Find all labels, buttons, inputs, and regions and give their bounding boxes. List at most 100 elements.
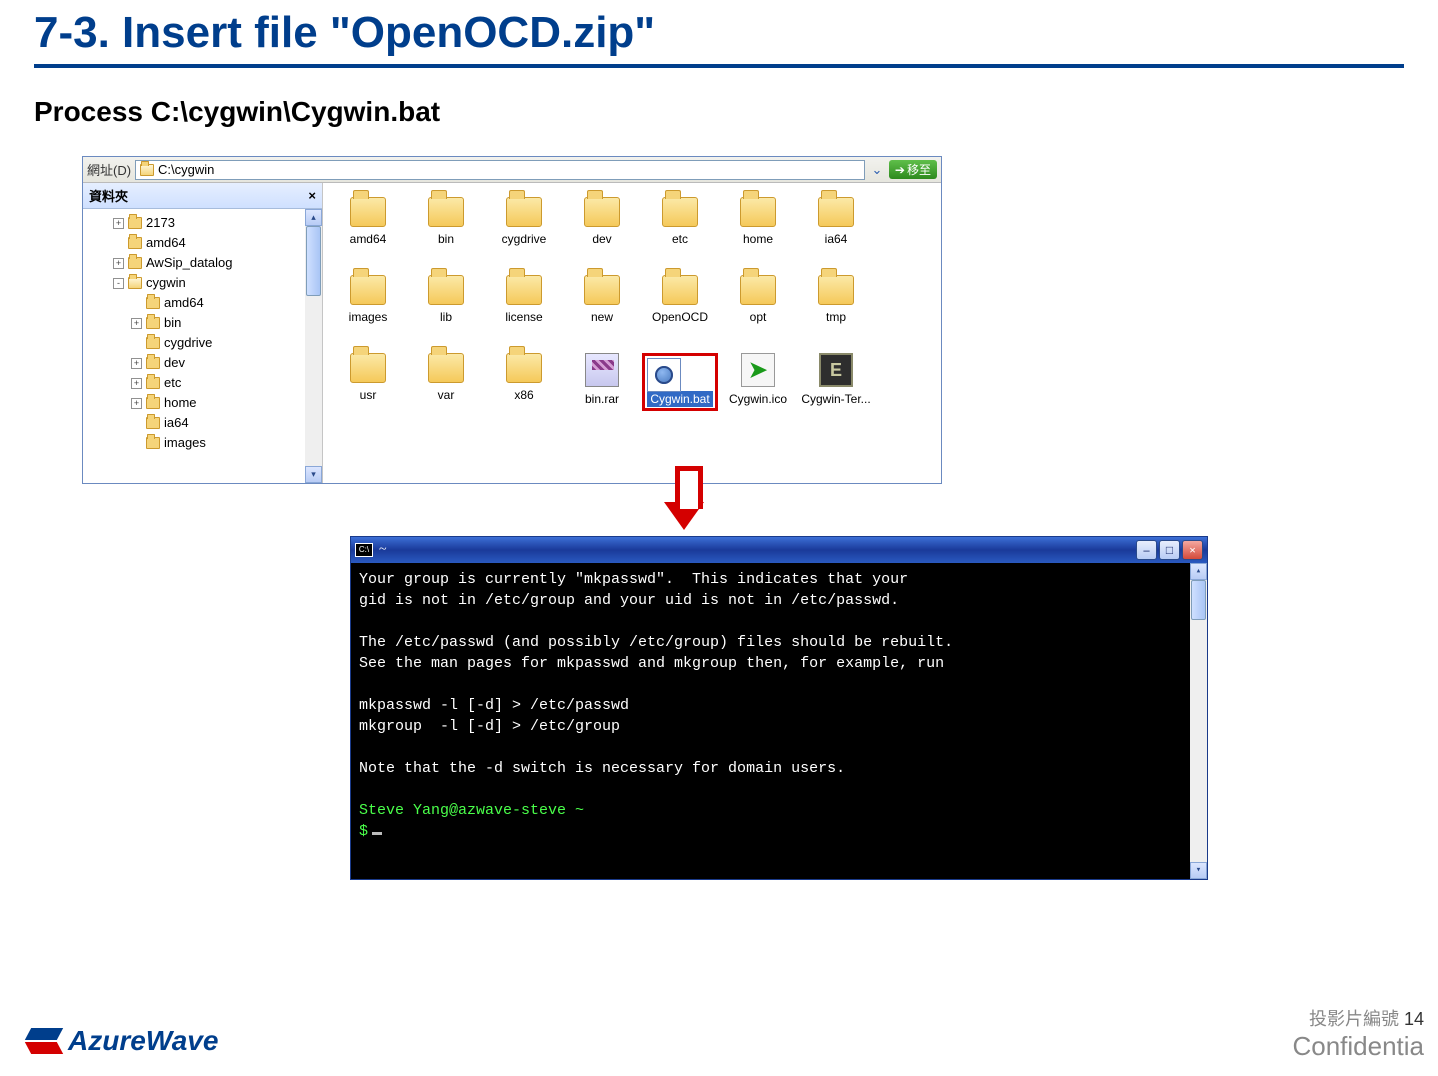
file-item-folder[interactable]: var <box>407 353 485 411</box>
expand-icon[interactable]: + <box>131 378 142 389</box>
scroll-up-icon[interactable]: ▴ <box>1190 563 1207 580</box>
tree-label: AwSip_datalog <box>146 253 233 273</box>
file-item-folder[interactable]: x86 <box>485 353 563 411</box>
files-pane: amd64 bin cygdrive dev etc home ia64 ima… <box>323 183 941 483</box>
file-item-folder[interactable]: dev <box>563 197 641 247</box>
expand-icon[interactable]: + <box>131 398 142 409</box>
file-item-folder[interactable]: usr <box>329 353 407 411</box>
file-label: Cygwin-Ter... <box>798 391 873 407</box>
file-item-folder[interactable]: opt <box>719 275 797 325</box>
console-line: The /etc/passwd (and possibly /etc/group… <box>359 634 953 651</box>
address-dropdown-icon[interactable]: ⌄ <box>869 162 885 178</box>
folder-tree-pane: 資料夾 × +2173 amd64 +AwSip_datalog -cygwin… <box>83 183 323 483</box>
expand-icon[interactable]: + <box>113 218 124 229</box>
scroll-thumb[interactable] <box>1191 580 1206 620</box>
scroll-thumb[interactable] <box>306 226 321 296</box>
file-item-folder[interactable]: images <box>329 275 407 325</box>
file-item-folder[interactable]: new <box>563 275 641 325</box>
file-label: tmp <box>823 309 849 325</box>
console-line: mkpasswd -l [-d] > /etc/passwd <box>359 697 629 714</box>
folder-icon <box>146 357 160 369</box>
file-item-folder[interactable]: etc <box>641 197 719 247</box>
tree-item[interactable]: +etc <box>85 373 303 393</box>
tree-item[interactable]: + bin <box>85 313 303 333</box>
scroll-down-icon[interactable]: ▾ <box>305 466 322 483</box>
maximize-button[interactable]: □ <box>1159 540 1180 560</box>
title-divider <box>34 64 1404 68</box>
tree-item[interactable]: +home <box>85 393 303 413</box>
file-item-folder[interactable]: tmp <box>797 275 875 325</box>
console-line: Your group is currently "mkpasswd". This… <box>359 571 908 588</box>
tree-label: dev <box>164 353 185 373</box>
terminal-icon: E <box>819 353 853 387</box>
folder-icon <box>662 275 698 305</box>
tree-item[interactable]: amd64 <box>85 293 303 313</box>
console-icon: C:\ <box>355 543 373 557</box>
folder-icon <box>350 353 386 383</box>
selection-highlight: Cygwin.bat <box>642 353 717 411</box>
explorer-window: 網址(D) C:\cygwin ⌄ ➔ 移至 資料夾 × +2173 amd64… <box>82 156 942 484</box>
scroll-track[interactable] <box>305 226 322 466</box>
file-label: var <box>435 387 458 403</box>
gear-icon <box>655 366 673 384</box>
folder-open-icon <box>128 277 142 289</box>
file-item-folder[interactable]: license <box>485 275 563 325</box>
close-button[interactable]: × <box>1182 540 1203 560</box>
console-line: mkgroup -l [-d] > /etc/group <box>359 718 620 735</box>
file-item-folder[interactable]: ia64 <box>797 197 875 247</box>
scroll-track[interactable] <box>1190 580 1207 862</box>
tree-item[interactable]: cygdrive <box>85 333 303 353</box>
tree-label: bin <box>164 313 181 333</box>
tree-item[interactable]: amd64 <box>85 233 303 253</box>
folder-icon <box>146 377 160 389</box>
file-label: home <box>740 231 776 247</box>
tree-item[interactable]: +2173 <box>85 213 303 233</box>
file-item-folder[interactable]: home <box>719 197 797 247</box>
tree-label: cygdrive <box>164 333 212 353</box>
file-label: Cygwin.ico <box>726 391 790 407</box>
collapse-icon[interactable]: - <box>113 278 124 289</box>
folder-icon <box>428 197 464 227</box>
tree-item[interactable]: + AwSip_datalog <box>85 253 303 273</box>
scroll-down-icon[interactable]: ▾ <box>1190 862 1207 879</box>
expand-icon[interactable]: + <box>131 358 142 369</box>
tree-close-icon[interactable]: × <box>308 188 316 203</box>
file-item-folder[interactable]: bin <box>407 197 485 247</box>
slide-index: 投影片編號 14 <box>1292 1005 1424 1031</box>
file-item-folder[interactable]: OpenOCD <box>641 275 719 325</box>
folder-icon <box>506 353 542 383</box>
console-scrollbar[interactable]: ▴ ▾ <box>1190 563 1207 879</box>
folder-icon <box>146 437 160 449</box>
tree-item[interactable]: + dev <box>85 353 303 373</box>
file-item-terminal[interactable]: E Cygwin-Ter... <box>797 353 875 411</box>
address-field[interactable]: C:\cygwin <box>135 160 865 180</box>
folder-icon <box>584 197 620 227</box>
address-bar: 網址(D) C:\cygwin ⌄ ➔ 移至 <box>83 157 941 183</box>
tree-item[interactable]: ia64 <box>85 413 303 433</box>
folder-icon <box>818 275 854 305</box>
tree-scrollbar[interactable]: ▴ ▾ <box>305 209 322 483</box>
tree-label: ia64 <box>164 413 189 433</box>
minimize-button[interactable]: – <box>1136 540 1157 560</box>
file-item-folder[interactable]: cygdrive <box>485 197 563 247</box>
file-item-cygwin-bat[interactable]: Cygwin.bat <box>641 353 719 411</box>
file-label: images <box>346 309 391 325</box>
folder-icon <box>128 217 142 229</box>
tree-item[interactable]: -cygwin <box>85 273 303 293</box>
folder-icon <box>128 257 142 269</box>
file-item-folder[interactable]: lib <box>407 275 485 325</box>
expand-icon[interactable]: + <box>113 258 124 269</box>
tree-label: amd64 <box>164 293 204 313</box>
file-item-rar[interactable]: bin.rar <box>563 353 641 411</box>
folder-icon <box>146 337 160 349</box>
expand-icon[interactable]: + <box>131 318 142 329</box>
file-label: new <box>588 309 616 325</box>
footer-meta: 投影片編號 14 Confidentia <box>1292 1005 1424 1062</box>
scroll-up-icon[interactable]: ▴ <box>305 209 322 226</box>
file-label: lib <box>437 309 455 325</box>
file-item-ico[interactable]: ➤Cygwin.ico <box>719 353 797 411</box>
go-button[interactable]: ➔ 移至 <box>889 160 937 179</box>
file-item-folder[interactable]: amd64 <box>329 197 407 247</box>
expand-icon <box>113 238 124 249</box>
tree-item[interactable]: images <box>85 433 303 453</box>
